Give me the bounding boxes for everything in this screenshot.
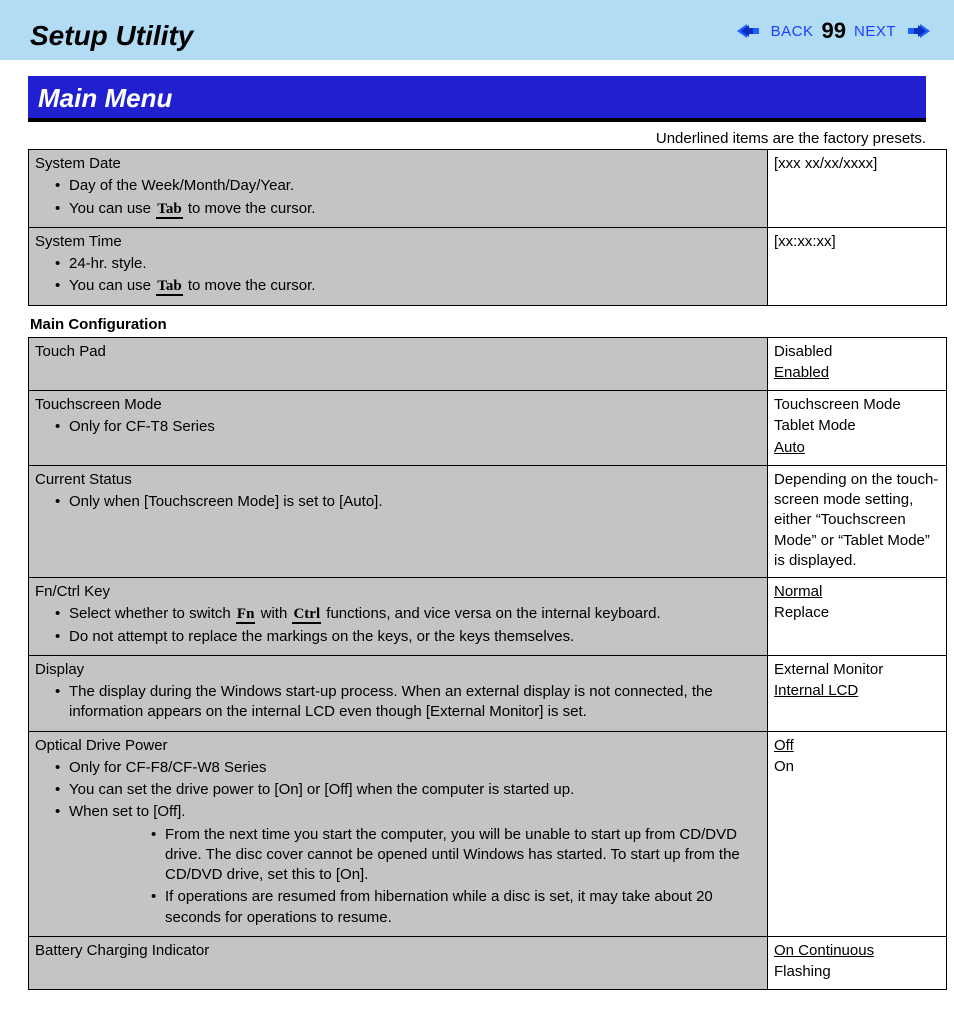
table-row: System Time 24-hr. style. You can use Ta… [29, 227, 947, 305]
text: functions, and vice versa on the interna… [322, 605, 661, 622]
key-fn: Fn [236, 607, 256, 624]
item-title: System Time [35, 232, 761, 252]
table-row: Fn/Ctrl Key Select whether to switch Fn … [29, 578, 947, 656]
section-title: Main Menu [28, 76, 926, 122]
cell-value: On Continuous Flashing [768, 936, 947, 990]
text: You can use [69, 200, 155, 217]
option: Replace [774, 603, 940, 623]
bullet: Do not attempt to replace the markings o… [69, 627, 761, 647]
bullet: When set to [Off]. [69, 802, 761, 822]
item-title: System Date [35, 154, 761, 174]
back-arrow-icon[interactable] [737, 22, 765, 40]
main-config-heading: Main Configuration [30, 316, 926, 333]
text: to move the cursor. [184, 277, 316, 294]
bullet: 24-hr. style. [69, 254, 761, 274]
sub-bullet: From the next time you start the compute… [165, 825, 761, 886]
item-title: Fn/Ctrl Key [35, 582, 761, 602]
bullet: Day of the Week/Month/Day/Year. [69, 176, 761, 196]
table-row: Display The display during the Windows s… [29, 655, 947, 731]
next-link[interactable]: NEXT [854, 23, 896, 40]
sub-bullet: If operations are resumed from hibernati… [165, 887, 761, 928]
cell-desc: Display The display during the Windows s… [29, 655, 768, 731]
cell-desc: Fn/Ctrl Key Select whether to switch Fn … [29, 578, 768, 656]
cell-desc: System Date Day of the Week/Month/Day/Ye… [29, 150, 768, 228]
item-title: Current Status [35, 470, 761, 490]
content-area: Main Menu Underlined items are the facto… [0, 60, 954, 1020]
page-title: Setup Utility [30, 20, 193, 52]
bullet: Select whether to switch Fn with Ctrl fu… [69, 604, 761, 624]
bullet: Only for CF-T8 Series [69, 417, 761, 437]
key-ctrl: Ctrl [292, 607, 321, 624]
item-title: Touchscreen Mode [35, 395, 761, 415]
page-nav: BACK 99 NEXT [737, 18, 930, 44]
cell-value: [xx:xx:xx] [768, 227, 947, 305]
bullet: Only for CF-F8/CF-W8 Series [69, 758, 761, 778]
cell-desc: Optical Drive Power Only for CF-F8/CF-W8… [29, 731, 768, 936]
option-default: Off [774, 736, 940, 756]
cell-desc: Current Status Only when [Touchscreen Mo… [29, 465, 768, 577]
key-tab: Tab [156, 279, 182, 296]
bullet: The display during the Windows start-up … [69, 682, 761, 723]
text: to move the cursor. [184, 200, 316, 217]
preset-note: Underlined items are the factory presets… [28, 130, 926, 147]
text: Select whether to switch [69, 605, 235, 622]
cell-value: External Monitor Internal LCD [768, 655, 947, 731]
table-row: Optical Drive Power Only for CF-F8/CF-W8… [29, 731, 947, 936]
cell-desc: Touch Pad [29, 337, 768, 391]
item-title: Display [35, 660, 761, 680]
table-row: Battery Charging Indicator On Continuous… [29, 936, 947, 990]
option: Disabled [774, 342, 940, 362]
bullet: You can set the drive power to [On] or [… [69, 780, 761, 800]
option: External Monitor [774, 660, 940, 680]
option-default: Normal [774, 582, 940, 602]
cell-value: [xxx xx/xx/xxxx] [768, 150, 947, 228]
cell-desc: System Time 24-hr. style. You can use Ta… [29, 227, 768, 305]
item-title: Touch Pad [35, 342, 761, 362]
back-link[interactable]: BACK [771, 23, 814, 40]
header-bar: Setup Utility BACK 99 NEXT [0, 0, 954, 60]
item-title: Battery Charging Indicator [35, 941, 761, 961]
bullet: You can use Tab to move the cursor. [69, 199, 761, 219]
option: On [774, 757, 940, 777]
option: Flashing [774, 962, 940, 982]
option-default: On Continuous [774, 941, 940, 961]
cell-desc: Touchscreen Mode Only for CF-T8 Series [29, 391, 768, 466]
cell-value: Disabled Enabled [768, 337, 947, 391]
table-row: Touchscreen Mode Only for CF-T8 Series T… [29, 391, 947, 466]
cell-value: Normal Replace [768, 578, 947, 656]
table-row: System Date Day of the Week/Month/Day/Ye… [29, 150, 947, 228]
text: You can use [69, 277, 155, 294]
table-row: Current Status Only when [Touchscreen Mo… [29, 465, 947, 577]
cell-value: Touchscreen Mode Tablet Mode Auto [768, 391, 947, 466]
option-default: Auto [774, 438, 940, 458]
main-config-table: Touch Pad Disabled Enabled Touchscreen M… [28, 337, 947, 991]
bullet: You can use Tab to move the cursor. [69, 276, 761, 296]
option-default: Enabled [774, 363, 940, 383]
cell-value: Depending on the touch­screen mode setti… [768, 465, 947, 577]
option: Touchscreen Mode [774, 395, 940, 415]
cell-desc: Battery Charging Indicator [29, 936, 768, 990]
item-title: Optical Drive Power [35, 736, 761, 756]
cell-value: Off On [768, 731, 947, 936]
key-tab: Tab [156, 202, 182, 219]
page-number: 99 [820, 18, 848, 44]
top-config-table: System Date Day of the Week/Month/Day/Ye… [28, 149, 947, 306]
bullet: Only when [Touchscreen Mode] is set to [… [69, 492, 761, 512]
next-arrow-icon[interactable] [902, 22, 930, 40]
option: Tablet Mode [774, 416, 940, 436]
option-default: Internal LCD [774, 681, 940, 701]
text: with [256, 605, 291, 622]
table-row: Touch Pad Disabled Enabled [29, 337, 947, 391]
